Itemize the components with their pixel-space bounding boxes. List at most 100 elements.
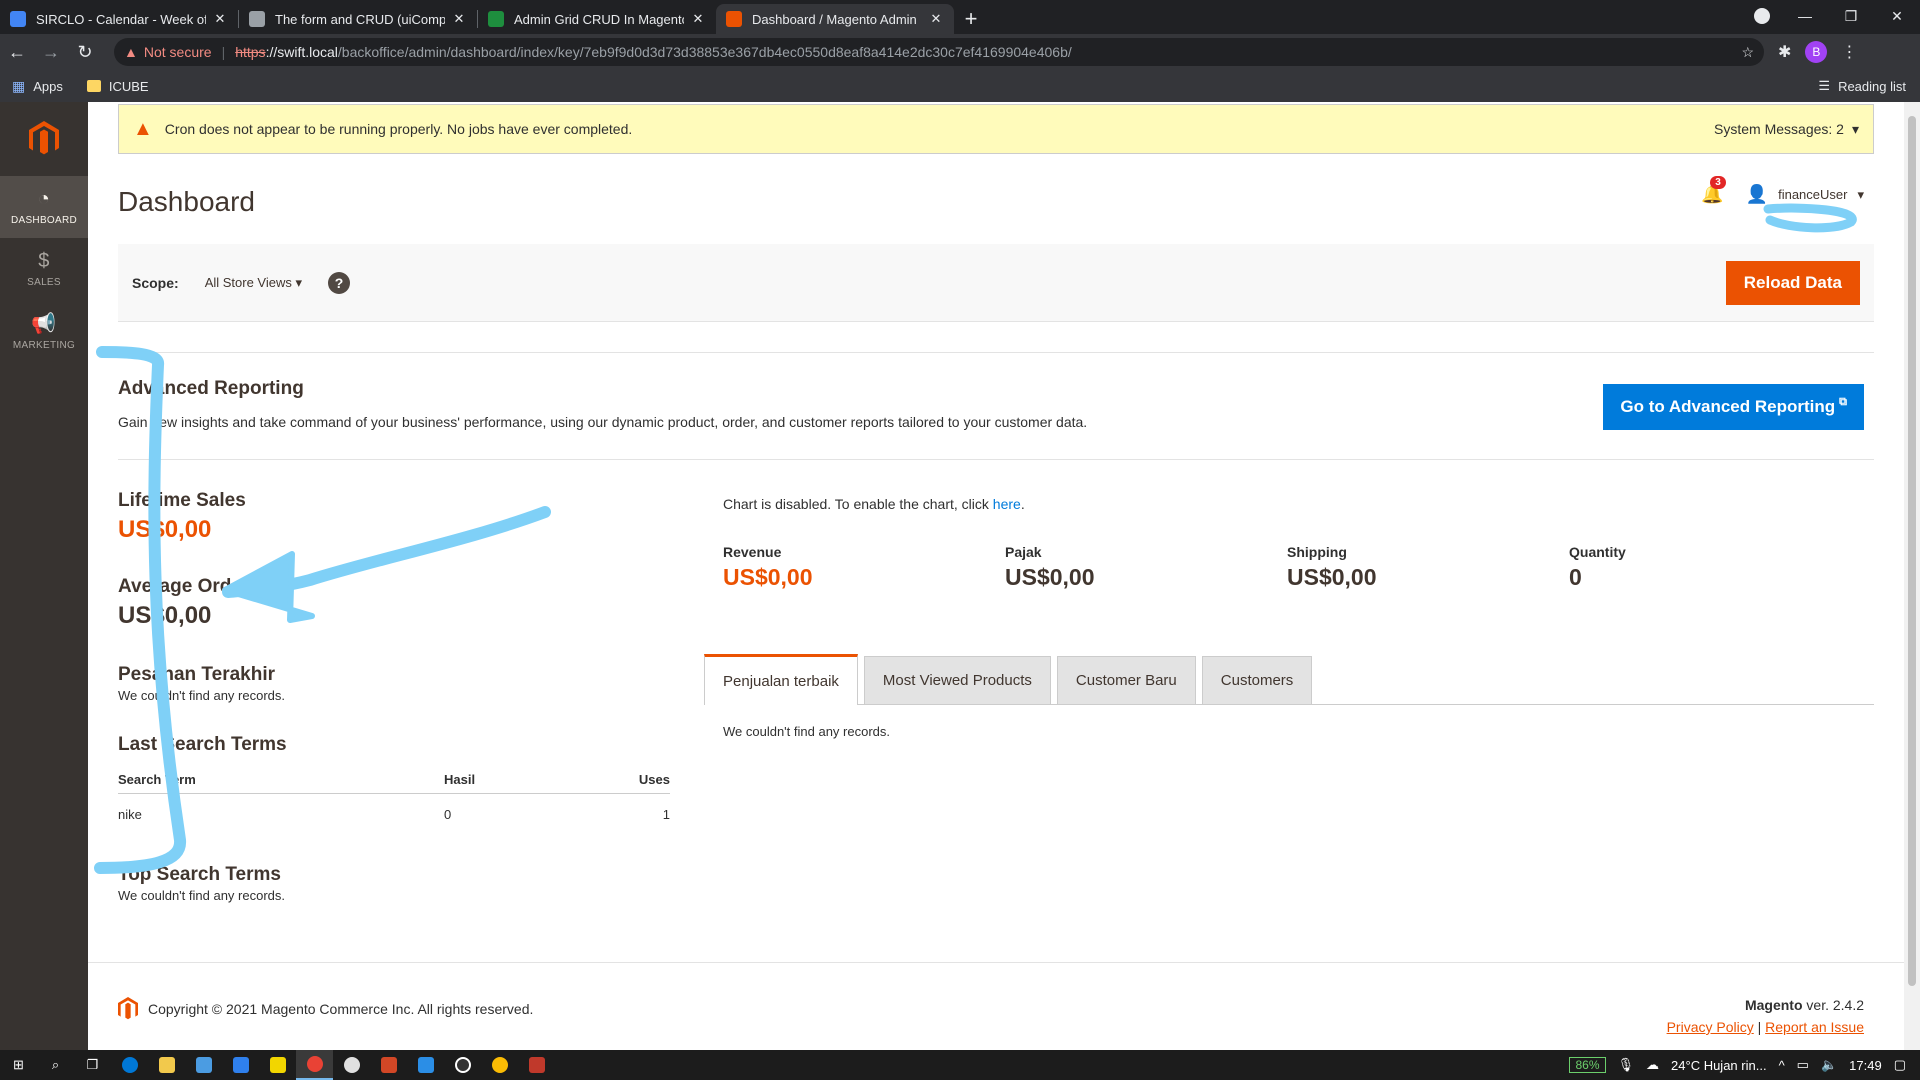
extensions-icon[interactable]: ✱: [1778, 42, 1791, 62]
tab-bestsellers[interactable]: Penjualan terbaik: [704, 654, 858, 705]
microphone-icon[interactable]: 🎙: [1618, 1057, 1635, 1073]
taskbar-app[interactable]: [444, 1050, 481, 1080]
taskbar-app[interactable]: [185, 1050, 222, 1080]
reading-list-button[interactable]: ☰ Reading list: [1818, 78, 1906, 94]
url-path: /backoffice/admin/dashboard/index/key/7e…: [337, 44, 1072, 60]
bookmark-apps[interactable]: Apps: [33, 79, 63, 94]
not-secure-label[interactable]: Not secure: [144, 44, 212, 60]
total-label: Pajak: [1005, 544, 1042, 560]
search-icon: ⌕: [51, 1057, 60, 1072]
sidebar-item-marketing[interactable]: 📢 MARKETING: [0, 300, 88, 362]
magento-favicon-icon: [726, 11, 742, 27]
app-icon: [454, 1057, 471, 1073]
table-row[interactable]: nike 0 1: [118, 794, 670, 834]
notification-center-icon[interactable]: ▢: [1894, 1057, 1906, 1073]
sidebar-item-dashboard[interactable]: ◔ DASHBOARD: [0, 176, 88, 238]
taskbar-app[interactable]: [222, 1050, 259, 1080]
battery-indicator[interactable]: 86%: [1569, 1057, 1606, 1073]
back-icon[interactable]: ←: [0, 42, 34, 63]
profile-avatar[interactable]: B: [1805, 41, 1828, 63]
browser-toolbar: ← → ↻ ▲ Not secure | https://swift.local…: [0, 34, 1920, 70]
task-view-icon: ❐: [86, 1057, 99, 1072]
header-actions: 🔔 3 👤 financeUser ▾: [1701, 176, 1864, 205]
tab-new-customers[interactable]: Customer Baru: [1056, 656, 1196, 704]
go-to-advanced-reporting-button[interactable]: Go to Advanced Reporting ⧉: [1603, 384, 1864, 430]
browser-tab[interactable]: The form and CRUD (uiCompone ✕: [239, 4, 477, 34]
taskbar-app[interactable]: [111, 1050, 148, 1080]
close-tab-icon[interactable]: ✕: [928, 11, 944, 27]
report-issue-link[interactable]: Report an Issue: [1765, 1019, 1864, 1035]
warning-icon: ▲: [133, 117, 153, 140]
browser-tab[interactable]: SIRCLO - Calendar - Week of Oct ✕: [0, 4, 238, 34]
taskbar-app[interactable]: [259, 1050, 296, 1080]
tab-customers[interactable]: Customers: [1201, 656, 1313, 704]
new-tab-button[interactable]: +: [954, 4, 988, 34]
chevron-up-icon[interactable]: ^: [1779, 1058, 1785, 1073]
vscode-icon: [417, 1057, 434, 1073]
volume-icon[interactable]: 🔈: [1821, 1057, 1837, 1073]
weather-text[interactable]: 24°C Hujan rin...: [1671, 1058, 1767, 1073]
close-tab-icon[interactable]: ✕: [451, 11, 467, 27]
version-text: ver. 2.4.2: [1802, 997, 1864, 1013]
system-messages-count: System Messages: 2: [1714, 121, 1844, 137]
notes-icon: [269, 1057, 286, 1073]
tab-most-viewed-products[interactable]: Most Viewed Products: [863, 656, 1051, 704]
chart-message-text: Chart is disabled. To enable the chart, …: [723, 496, 993, 512]
taskbar-app[interactable]: [407, 1050, 444, 1080]
bookmark-folder[interactable]: ICUBE: [109, 79, 149, 94]
sidebar-item-label: MARKETING: [12, 340, 76, 351]
powerpoint-icon: [380, 1057, 397, 1073]
taskbar-app[interactable]: [148, 1050, 185, 1080]
total-label: Revenue: [723, 544, 782, 560]
clock[interactable]: 17:49: [1849, 1058, 1882, 1073]
bookmark-star-icon[interactable]: ☆: [1741, 44, 1754, 61]
notifications-button[interactable]: 🔔 3: [1701, 176, 1726, 205]
chevron-down-icon: ▾: [1851, 120, 1859, 137]
column-header: Search Term: [118, 772, 196, 787]
brand-name: Magento: [1744, 997, 1803, 1013]
chart-disabled-message: Chart is disabled. To enable the chart, …: [723, 496, 1025, 512]
chart-message-end: .: [1020, 496, 1025, 512]
search-button[interactable]: ⌕: [37, 1050, 74, 1080]
taskbar-app[interactable]: [333, 1050, 370, 1080]
privacy-policy-link[interactable]: Privacy Policy: [1667, 1019, 1754, 1035]
network-icon[interactable]: ▭: [1797, 1057, 1809, 1073]
folder-icon: [86, 80, 101, 92]
reload-icon[interactable]: ↻: [68, 42, 102, 63]
taskbar-app-chrome[interactable]: [296, 1050, 333, 1080]
browser-tab[interactable]: Admin Grid CRUD In Magento 2 ✕: [478, 4, 716, 34]
profile-menu-icon[interactable]: [1754, 8, 1770, 24]
close-window-icon[interactable]: ✕: [1874, 0, 1920, 32]
page-scrollbar[interactable]: [1904, 102, 1920, 1050]
minimize-icon[interactable]: —: [1782, 0, 1828, 32]
reload-data-button[interactable]: Reload Data: [1725, 260, 1860, 305]
close-tab-icon[interactable]: ✕: [212, 11, 228, 27]
system-messages-toggle[interactable]: System Messages: 2 ▾: [1714, 121, 1859, 138]
taskbar-app[interactable]: [481, 1050, 518, 1080]
column-header: Uses: [638, 772, 670, 787]
top-search-terms-title: Top Search Terms: [118, 864, 281, 885]
menu-icon[interactable]: ⋮: [1841, 42, 1857, 62]
address-bar[interactable]: ▲ Not secure | https://swift.local/backo…: [114, 38, 1764, 66]
scrollbar-thumb[interactable]: [1908, 116, 1916, 986]
user-icon: 👤: [1745, 184, 1769, 204]
total-quantity: Quantity 0: [1569, 544, 1851, 591]
help-icon[interactable]: ?: [328, 271, 351, 294]
task-view-button[interactable]: ❐: [74, 1050, 111, 1080]
user-menu[interactable]: 👤 financeUser ▾: [1746, 184, 1864, 205]
scope-switcher[interactable]: All Store Views ▾: [205, 275, 302, 291]
taskbar-app[interactable]: [370, 1050, 407, 1080]
forward-icon[interactable]: →: [34, 42, 68, 63]
sidebar-item-sales[interactable]: $ SALES: [0, 238, 88, 300]
browser-tab-active[interactable]: Dashboard / Magento Admin ✕: [716, 4, 954, 34]
close-tab-icon[interactable]: ✕: [690, 11, 706, 27]
reading-list-label: Reading list: [1838, 78, 1906, 94]
start-button[interactable]: ⊞: [0, 1050, 37, 1080]
taskbar-app[interactable]: [518, 1050, 555, 1080]
restore-icon[interactable]: ❐: [1828, 0, 1874, 32]
lifetime-sales-value: US$0,00: [118, 516, 212, 543]
total-value: US$0,00: [1005, 564, 1095, 590]
magento-logo[interactable]: [0, 102, 88, 176]
search-term-cell: nike: [118, 806, 142, 822]
enable-chart-link[interactable]: here: [993, 496, 1021, 512]
